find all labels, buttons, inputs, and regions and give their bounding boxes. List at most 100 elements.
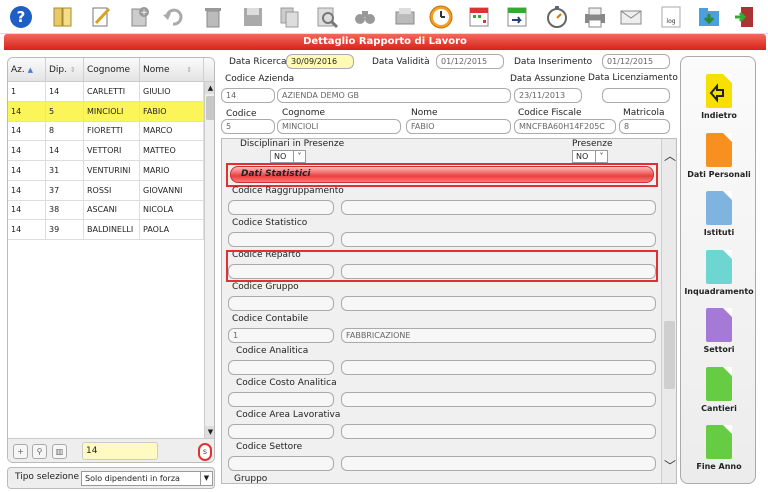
help-icon[interactable]: ? — [8, 4, 34, 30]
header-nome[interactable]: Nome ⇕ — [140, 58, 204, 82]
cognome-label: Cognome — [282, 108, 326, 118]
code-field[interactable] — [228, 392, 334, 407]
table-row[interactable]: 14 37 ROSSI GIOVANNI — [8, 180, 204, 201]
new-document-icon[interactable]: + — [126, 4, 152, 30]
header-cognome[interactable]: Cognome — [84, 58, 140, 82]
code-field[interactable] — [228, 232, 334, 247]
chevron-down-icon[interactable]: ▼ — [200, 472, 212, 485]
nav-inquadramento[interactable]: Inquadramento — [681, 243, 757, 303]
search-icon[interactable] — [314, 4, 340, 30]
description-field[interactable] — [341, 232, 656, 247]
code-field[interactable] — [228, 360, 334, 375]
description-field[interactable] — [341, 392, 656, 407]
delete-icon[interactable] — [200, 4, 226, 30]
description-field[interactable]: FABBRICAZIONE — [341, 328, 656, 343]
code-field[interactable] — [228, 200, 334, 215]
disciplinari-select[interactable]: NO ˅ — [270, 150, 306, 163]
scroll-thumb[interactable] — [206, 96, 214, 120]
edit-icon[interactable] — [88, 4, 114, 30]
code-field[interactable]: 1 — [228, 328, 334, 343]
table-row[interactable]: 14 31 VENTURINI MARIO — [8, 160, 204, 181]
chevron-down-icon[interactable]: ﹀ — [664, 457, 676, 474]
binoculars-icon[interactable] — [352, 4, 378, 30]
exit-icon[interactable] — [732, 4, 758, 30]
table-row[interactable]: 14 14 VETTORI MATTEO — [8, 141, 204, 162]
code-field[interactable] — [228, 296, 334, 311]
printer-icon[interactable] — [582, 4, 608, 30]
mail-icon[interactable] — [618, 4, 644, 30]
scroll-up-icon[interactable]: ▲ — [205, 82, 214, 94]
code-field[interactable] — [228, 424, 334, 439]
description-field[interactable] — [341, 200, 656, 215]
nome-field[interactable]: FABIO — [406, 119, 511, 134]
log-icon[interactable]: log — [658, 4, 684, 30]
code-field[interactable] — [228, 456, 334, 471]
undo-icon[interactable] — [160, 4, 186, 30]
cell-az: 14 — [8, 121, 46, 142]
codice-azienda-label: Codice Azienda — [225, 74, 295, 84]
detail-scrollbar[interactable]: ︿ ﹀ — [661, 139, 676, 483]
description-field[interactable] — [341, 296, 656, 311]
cell-dip: 37 — [46, 180, 84, 201]
description-field[interactable] — [341, 456, 656, 471]
page-title: Dettaglio Rapporto di Lavoro — [4, 34, 766, 50]
data-ricerca-field[interactable]: 30/09/2016 — [286, 54, 354, 69]
nav-fine-anno[interactable]: Fine Anno — [681, 418, 757, 478]
s-toggle-button[interactable]: s — [198, 443, 212, 461]
nav-indietro[interactable]: Indietro — [681, 67, 757, 127]
header-az[interactable]: Az. ▲ — [8, 58, 46, 82]
table-row[interactable]: 14 8 FIORETTI MARCO — [8, 121, 204, 142]
list-scrollbar[interactable]: ▲ ▼ — [204, 82, 214, 438]
clock-icon[interactable] — [428, 4, 454, 30]
table-row[interactable]: 14 38 ASCANI NICOLA — [8, 200, 204, 221]
codice-reparto-highlight — [226, 250, 658, 282]
stopwatch-icon[interactable] — [544, 4, 570, 30]
nav-label: Indietro — [701, 111, 737, 120]
calendar-icon[interactable] — [466, 4, 492, 30]
field-label: Codice Area Lavorativa — [236, 410, 341, 420]
filter-input[interactable]: 14 — [82, 442, 158, 460]
section-header-dati-statistici[interactable]: Dati Statistici — [230, 166, 654, 183]
tipo-selezione-select[interactable]: Solo dipendenti in forza ▼ — [81, 471, 213, 486]
table-row[interactable]: 14 5 MINCIOLI FABIO — [8, 101, 204, 122]
cell-az: 14 — [8, 200, 46, 221]
calendar-arrow-icon[interactable] — [504, 4, 530, 30]
copy-icon[interactable] — [276, 4, 302, 30]
nav-dati-personali[interactable]: Dati Personali — [681, 126, 757, 186]
data-inserimento-field[interactable]: 01/12/2015 — [602, 54, 670, 69]
matricola-field[interactable]: 8 — [619, 119, 670, 134]
codice-azienda-field[interactable]: 14 — [221, 88, 275, 103]
chevron-up-icon[interactable]: ︿ — [664, 147, 676, 164]
data-validita-field[interactable]: 01/12/2015 — [436, 54, 504, 69]
nav-istituti[interactable]: Istituti — [681, 184, 757, 244]
table-row[interactable]: 1 14 CARLETTI GIULIO — [8, 82, 204, 102]
cognome-field[interactable]: MINCIOLI — [277, 119, 401, 134]
detail-scroll-thumb[interactable] — [664, 321, 675, 389]
scroll-down-icon[interactable]: ▼ — [205, 426, 214, 438]
nav-settori[interactable]: Settori — [681, 301, 757, 361]
codice-fiscale-field[interactable]: MNCFBA60H14F205C — [514, 119, 616, 134]
description-field[interactable] — [341, 424, 656, 439]
print-preview-icon[interactable] — [392, 4, 418, 30]
cell-nome: MARCO — [140, 121, 204, 142]
codice-field[interactable]: 5 — [221, 119, 275, 134]
grid-header: Az. ▲ Dip. ⇕ Cognome Nome ⇕ — [8, 58, 214, 82]
description-field[interactable] — [341, 360, 656, 375]
presenze-select[interactable]: NO ˅ — [572, 150, 608, 163]
cell-dip: 39 — [46, 219, 84, 240]
add-icon[interactable]: + — [13, 444, 28, 459]
header-dip[interactable]: Dip. ⇕ — [46, 58, 84, 82]
table-row[interactable]: 14 39 BALDINELLI PAOLA — [8, 219, 204, 240]
trash-icon[interactable]: ▥ — [52, 444, 67, 459]
field-label: Codice Raggruppamento — [232, 186, 344, 196]
data-assunzione-field[interactable]: 23/11/2013 — [514, 88, 582, 103]
book-icon[interactable] — [50, 4, 76, 30]
nav-cantieri[interactable]: Cantieri — [681, 360, 757, 420]
zoom-icon[interactable]: ⚲ — [32, 444, 47, 459]
save-icon[interactable] — [240, 4, 266, 30]
detail-scroll-panel: Disciplinari in Presenze NO ˅ Presenze NO… — [221, 138, 677, 484]
svg-text:?: ? — [17, 8, 26, 26]
data-licenziamento-field[interactable] — [602, 88, 670, 103]
azienda-nome-field[interactable]: AZIENDA DEMO GB — [277, 88, 511, 103]
download-folder-icon[interactable] — [696, 4, 722, 30]
